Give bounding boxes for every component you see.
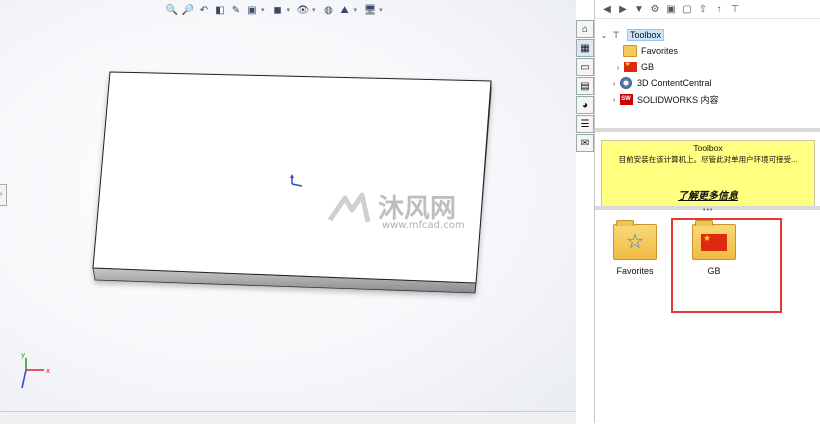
triad-y-label: y: [21, 351, 25, 359]
tile-label: Favorites: [616, 266, 654, 276]
file-explorer-icon[interactable]: ▭: [576, 58, 594, 76]
tree-item-label: 3D ContentCentral: [637, 78, 712, 88]
learn-more-link[interactable]: 了解更多信息: [602, 187, 814, 202]
triad-x-label: x: [46, 367, 50, 375]
pane-splitter[interactable]: [595, 128, 820, 132]
up-arrow-icon[interactable]: ↑: [713, 4, 725, 15]
design-library-icon[interactable]: ▦: [576, 39, 594, 57]
forum-icon[interactable]: ✉: [576, 134, 594, 152]
chevron-right-icon[interactable]: ›: [609, 79, 619, 88]
tree-item-toolbox[interactable]: ⌄ ⊤ Toolbox: [595, 27, 820, 43]
tree-item-label: Favorites: [641, 46, 679, 56]
tree-item-label: Toolbox: [627, 29, 665, 41]
home-icon[interactable]: ⌂: [576, 20, 594, 38]
add-to-library-icon[interactable]: ▼: [633, 4, 645, 15]
design-library-pane: ◀ ▶ ▼ ⚙ ▣ ▢ ⇧ ↑ ⊤ ⌄ ⊤ Toolbox Favorites …: [594, 0, 820, 423]
china-flag-icon: [623, 60, 637, 73]
info-message: 目前安装在该计算机上。尽管此对单用户环境可接受...: [618, 155, 798, 164]
solidworks-logo-icon: SW: [619, 93, 633, 105]
back-icon[interactable]: ◀: [601, 4, 613, 15]
forward-icon[interactable]: ▶: [617, 4, 629, 15]
pin-icon[interactable]: ⊤: [729, 4, 741, 15]
chevron-right-icon[interactable]: ›: [609, 95, 619, 104]
settings-icon[interactable]: ▢: [681, 4, 693, 15]
tree-item-label: SOLIDWORKS 内容: [637, 94, 719, 105]
appearances-icon[interactable]: ◕: [576, 96, 594, 114]
toolbox-icon[interactable]: ⚙: [649, 4, 661, 15]
chevron-down-icon[interactable]: ⌄: [599, 31, 609, 40]
favorites-folder-icon: [623, 45, 637, 57]
reference-triad: y x: [21, 351, 50, 389]
task-pane-tab-strip: ⌂ ▦ ▭ ▤ ◕ ☰ ✉: [576, 20, 594, 152]
tree-item-favorites[interactable]: Favorites: [595, 43, 820, 59]
chevron-right-icon[interactable]: ›: [613, 63, 623, 72]
view-palette-icon[interactable]: ▤: [576, 77, 594, 95]
up-icon[interactable]: ⇧: [697, 4, 709, 15]
custom-properties-icon[interactable]: ☰: [576, 115, 594, 133]
toolbox-info-box: Toolbox 目前安装在该计算机上。尽管此对单用户环境可接受... 了解更多信…: [601, 140, 815, 207]
globe-icon: [619, 77, 633, 89]
splitter-grip-icon[interactable]: •••: [703, 207, 713, 214]
watermark-url: www.mfcad.com: [382, 220, 465, 231]
graphics-area[interactable]: 🔍 🔎 ↶ ◧ ✎ ▣ ▾ ◼ ▾ 👁 ▾ ◍ ⛰ ▾ 🖥 ▾ y x 沐风网 …: [0, 0, 576, 424]
tree-item-label: GB: [641, 62, 655, 72]
info-title: Toolbox: [693, 143, 723, 153]
tree-item-solidworks-content[interactable]: › SW SOLIDWORKS 内容: [595, 91, 820, 107]
horizontal-scrollbar[interactable]: [0, 411, 576, 424]
plate-part-model[interactable]: y x: [0, 0, 576, 423]
highlight-box: [671, 218, 782, 313]
star-icon: ☆: [626, 231, 644, 253]
tree-item-gb[interactable]: › GB: [595, 59, 820, 75]
tile-favorites[interactable]: ☆ Favorites: [607, 220, 663, 276]
folder-icon: ☆: [613, 220, 657, 260]
library-tree: ⌄ ⊤ Toolbox Favorites › GB › 3D ContentC…: [595, 19, 820, 107]
feature-manager-flyout-toggle[interactable]: ›: [0, 184, 7, 206]
toolbox-icon: ⊤: [612, 29, 620, 40]
tree-item-3d-contentcentral[interactable]: › 3D ContentCentral: [595, 75, 820, 91]
pane-toolbar: ◀ ▶ ▼ ⚙ ▣ ▢ ⇧ ↑ ⊤: [595, 0, 820, 19]
new-folder-icon[interactable]: ▣: [665, 4, 677, 15]
